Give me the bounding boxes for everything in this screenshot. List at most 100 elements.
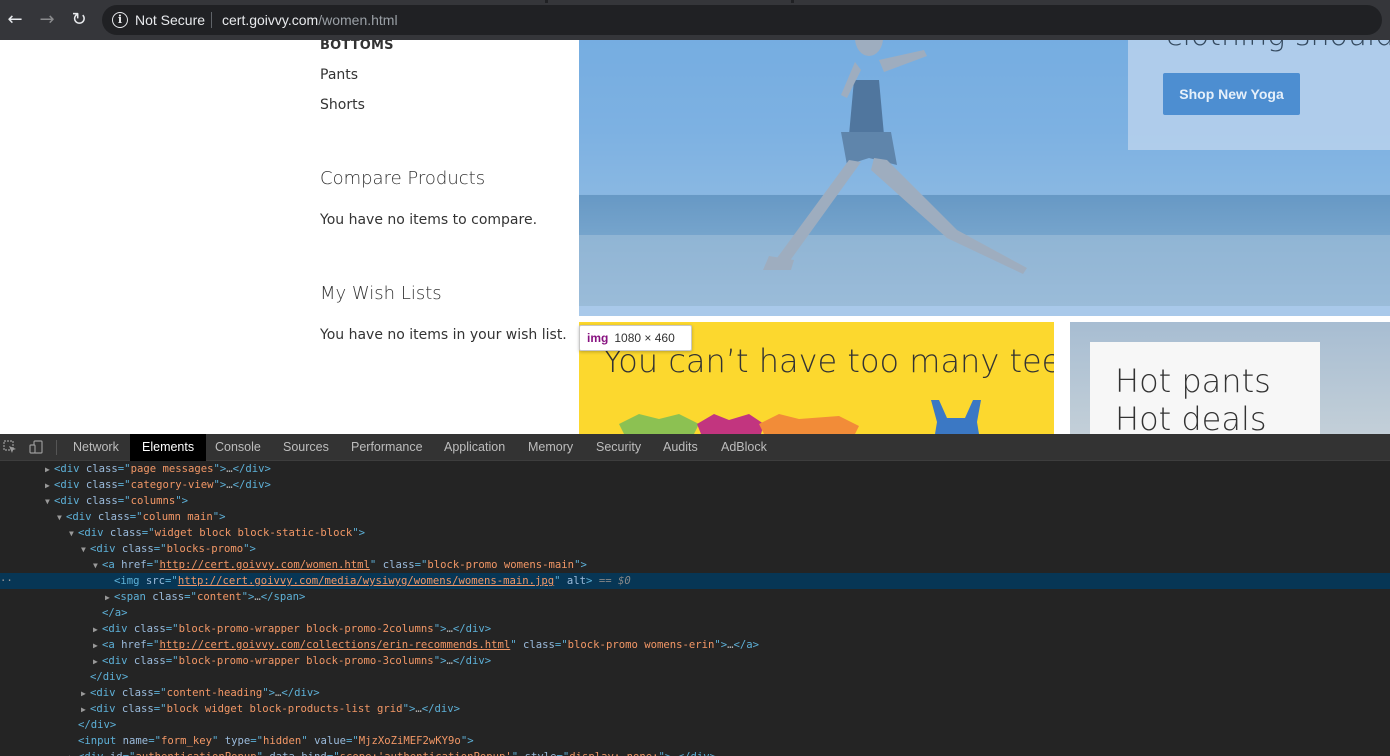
sidebar-link-shorts[interactable]: Shorts <box>320 97 365 113</box>
attribute-quote: =" <box>556 751 569 756</box>
tab-application[interactable]: Application <box>444 434 505 461</box>
sidebar-link-pants[interactable]: Pants <box>320 67 358 83</box>
closing-tag: </div> <box>678 751 716 756</box>
attribute-name: data-bind <box>269 751 326 756</box>
expand-triangle-icon[interactable]: ▶ <box>45 462 54 478</box>
expand-triangle-icon[interactable]: ▶ <box>69 750 78 756</box>
closing-tag: </a> <box>102 607 128 619</box>
attribute-name: class <box>97 511 130 523</box>
dom-node-row[interactable]: ▶ <span class="content">…</span> <box>0 589 1390 605</box>
collapse-triangle-icon[interactable]: ▼ <box>69 526 78 542</box>
device-toolbar-icon[interactable] <box>29 440 43 454</box>
attribute-quote: =" <box>346 735 359 747</box>
dom-node-content: ▼ <div class="columns"> <box>45 493 188 510</box>
attribute-quote: =" <box>165 655 179 667</box>
attribute-link[interactable]: http://cert.goivvy.com/media/wysiwyg/wom… <box>178 575 554 587</box>
attribute-name: id <box>110 751 123 756</box>
inspect-element-icon[interactable] <box>3 440 17 454</box>
dom-node-row[interactable]: ▼ <a href="http://cert.goivvy.com/women.h… <box>0 557 1390 573</box>
reload-icon[interactable]: ↻ <box>69 10 89 30</box>
dom-node-row[interactable]: ▶ <div class="block-promo-wrapper block-p… <box>0 621 1390 637</box>
tag-name: <div <box>102 655 128 667</box>
dom-node-row[interactable]: ▶ <div class="content-heading">…</div> <box>0 685 1390 701</box>
elements-dom-tree[interactable]: ▶ <div class="page messages">…</div> ▶ <div… <box>0 461 1390 756</box>
attribute-quote: =" <box>146 639 160 651</box>
tab-audits[interactable]: Audits <box>663 434 698 461</box>
attribute-name: class <box>121 687 154 699</box>
url-text[interactable]: cert.goivvy.com/women.html <box>222 12 398 28</box>
security-status[interactable]: Not Secure <box>135 12 205 28</box>
expand-triangle-icon[interactable]: ▶ <box>93 638 102 654</box>
collapse-triangle-icon[interactable]: ▼ <box>81 542 90 558</box>
dom-node-row[interactable]: ▶ <a href="http://cert.goivvy.com/collect… <box>0 637 1390 653</box>
collapse-triangle-icon[interactable]: ▼ <box>45 494 54 510</box>
dom-node-content: <img src="http://cert.goivvy.com/media/w… <box>0 573 631 589</box>
dom-node-row[interactable]: </a> <box>0 605 1390 621</box>
expand-triangle-icon[interactable]: ▶ <box>105 590 114 606</box>
hero-image[interactable]: clothing should Shop New Yoga <box>579 40 1390 306</box>
tab-adblock[interactable]: AdBlock <box>721 434 767 461</box>
dom-node-row[interactable]: ▼ <div class="column main"> <box>0 509 1390 525</box>
attribute-name: name <box>122 735 149 747</box>
dom-node-row[interactable]: ▶ <div class="category-view">…</div> <box>0 477 1390 493</box>
dom-node-row[interactable]: <img src="http://cert.goivvy.com/media/w… <box>0 573 1390 589</box>
tag-name: <div <box>90 543 116 555</box>
dom-node-row[interactable]: ▼ <div class="blocks-promo"> <box>0 541 1390 557</box>
wishlist-title: My Wish Lists <box>320 283 442 304</box>
back-arrow-icon[interactable]: ← <box>5 10 25 30</box>
dom-node-row[interactable]: ▶<div id="authenticationPopup" data-bind… <box>0 749 1390 756</box>
attribute-quote: =" <box>153 687 167 699</box>
attribute-value: hidden <box>263 735 302 747</box>
collapse-triangle-icon[interactable]: ▼ <box>57 510 66 526</box>
shop-new-yoga-button[interactable]: Shop New Yoga <box>1163 73 1300 115</box>
forward-arrow-icon[interactable]: → <box>37 10 57 30</box>
dom-node-row[interactable]: </div> <box>0 717 1390 733</box>
attribute-quote: " <box>510 639 517 651</box>
expand-triangle-icon[interactable]: ▶ <box>45 478 54 494</box>
devtools-panel: Network Elements Console Sources Perform… <box>0 434 1390 756</box>
expand-triangle-icon[interactable]: ▶ <box>81 702 90 718</box>
tag-name: <a <box>102 639 115 651</box>
tab-security[interactable]: Security <box>596 434 641 461</box>
attribute-quote: " <box>554 575 561 587</box>
attribute-link[interactable]: http://cert.goivvy.com/women.html <box>159 559 369 571</box>
attribute-name: src <box>145 575 166 587</box>
tab-console[interactable]: Console <box>215 434 261 461</box>
expand-triangle-icon[interactable]: ▶ <box>81 686 90 702</box>
address-bar[interactable]: i Not Secure cert.goivvy.com/women.html <box>102 5 1382 35</box>
dom-node-row[interactable]: <input name="form_key" type="hidden" val… <box>0 733 1390 749</box>
hero-headline: clothing should <box>1166 40 1390 53</box>
info-icon[interactable]: i <box>112 12 128 28</box>
attribute-name: class <box>382 559 415 571</box>
attribute-quote: " <box>211 735 219 747</box>
expand-triangle-icon[interactable]: ▶ <box>93 622 102 638</box>
dom-node-row[interactable]: </div> <box>0 669 1390 685</box>
promo-pants-tile[interactable]: Hot pants Hot deals <box>1070 322 1390 434</box>
tab-sources[interactable]: Sources <box>283 434 329 461</box>
dom-node-row[interactable]: ▶ <div class="block-promo-wrapper block-p… <box>0 653 1390 669</box>
tag-name: <div <box>90 687 116 699</box>
attribute-name: class <box>133 655 166 667</box>
tab-performance[interactable]: Performance <box>351 434 423 461</box>
attribute-link[interactable]: http://cert.goivvy.com/collections/erin-… <box>159 639 510 651</box>
attribute-name: value <box>314 735 346 747</box>
omnibox-divider <box>211 12 212 28</box>
tag-end: > <box>219 511 226 523</box>
attribute-value: widget block block-static-block <box>154 527 353 539</box>
collapse-triangle-icon[interactable]: ▼ <box>93 558 102 574</box>
dom-node-row[interactable]: ▶ <div class="block widget block-products… <box>0 701 1390 717</box>
dom-node-row[interactable]: ▼ <div class="columns"> <box>0 493 1390 509</box>
category-heading-bottoms: BOTTOMS <box>320 40 394 53</box>
attribute-quote: =" <box>117 463 131 475</box>
dom-node-row[interactable]: ▼ <div class="widget block block-static-b… <box>0 525 1390 541</box>
dom-node-row[interactable]: ▶ <div class="page messages">…</div> <box>0 461 1390 477</box>
attribute-quote: =" <box>117 495 131 507</box>
attribute-name: class <box>121 543 154 555</box>
expand-triangle-icon[interactable]: ▶ <box>93 654 102 670</box>
attribute-quote: =" <box>117 479 131 491</box>
tag-name: <div <box>78 527 104 539</box>
tab-network[interactable]: Network <box>73 434 119 461</box>
tab-elements[interactable]: Elements <box>130 434 207 461</box>
tab-memory[interactable]: Memory <box>528 434 573 461</box>
closing-tag: </div> <box>232 479 271 491</box>
